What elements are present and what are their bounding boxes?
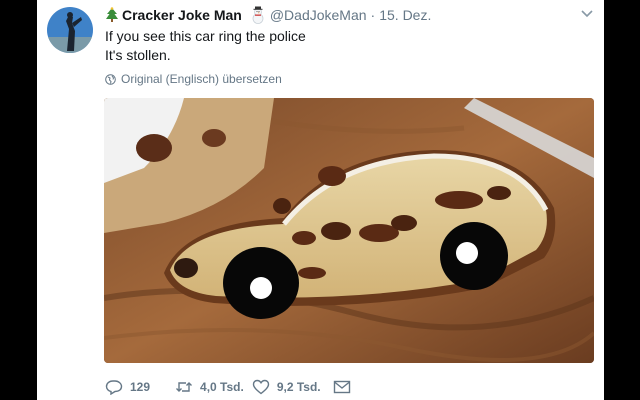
tweet-date[interactable]: 15. Dez.: [379, 7, 431, 23]
globe-icon: [105, 73, 116, 85]
tweet-text-line: It's stollen.: [105, 47, 171, 63]
separator-dot: ·: [370, 7, 376, 23]
heart-icon: [252, 379, 270, 395]
tweet-text-line: If you see this car ring the police: [105, 28, 306, 44]
translate-label: Original (Englisch) übersetzen: [121, 72, 282, 86]
reply-count: 129: [130, 380, 151, 394]
translate-link[interactable]: Original (Englisch) übersetzen: [105, 72, 282, 86]
envelope-icon: [333, 380, 350, 394]
message-button[interactable]: [333, 379, 358, 395]
tweet-text: If you see this car ring the police It's…: [105, 27, 306, 65]
avatar[interactable]: [47, 7, 93, 53]
tweet-card: Cracker Joke Man @DadJokeMan · 15. Dez. …: [37, 0, 604, 400]
user-handle[interactable]: @DadJokeMan: [270, 7, 367, 23]
retweet-count: 4,0 Tsd.: [200, 380, 244, 394]
like-button[interactable]: 9,2 Tsd.: [252, 379, 321, 395]
tweet-photo[interactable]: [104, 98, 594, 363]
like-count: 9,2 Tsd.: [276, 380, 321, 394]
retweet-button[interactable]: 4,0 Tsd.: [175, 379, 244, 395]
reply-button[interactable]: 129: [105, 379, 150, 395]
snowman-icon: [252, 6, 264, 24]
tweet-actions: 129 4,0 Tsd. 9,2 Tsd.: [105, 377, 358, 397]
retweet-icon: [176, 382, 193, 392]
chevron-down-icon[interactable]: [580, 8, 594, 20]
reply-icon: [105, 380, 123, 395]
christmas-tree-icon: [106, 7, 118, 22]
tweet-header: Cracker Joke Man @DadJokeMan · 15. Dez.: [105, 5, 431, 25]
display-name[interactable]: Cracker Joke Man: [122, 7, 242, 23]
